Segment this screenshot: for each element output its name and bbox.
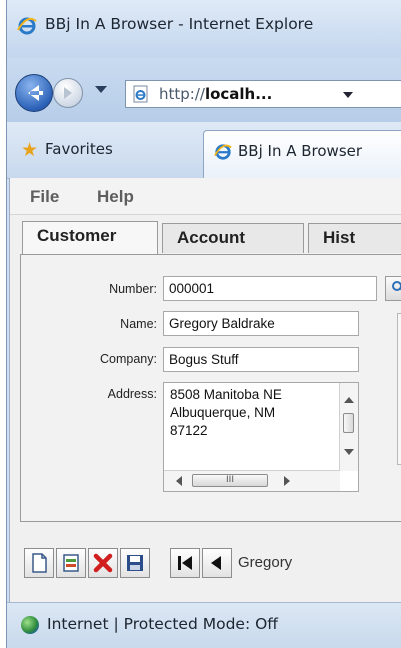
scroll-down-icon[interactable] [344, 449, 354, 455]
address-host: localh... [204, 85, 273, 103]
save-button[interactable] [120, 548, 150, 578]
record-name: Gregory [238, 554, 293, 571]
page-content: File Help Customer Account Hist Number: … [9, 178, 401, 602]
scroll-thumb-horizontal[interactable]: III [192, 474, 268, 487]
favorites-button[interactable]: Favorites [45, 140, 113, 158]
window-title: BBj In A Browser - Internet Explore [45, 15, 314, 33]
record-toolbar: Gregory [10, 546, 401, 580]
new-record-icon [32, 553, 47, 573]
address-label: Address: [107, 387, 157, 401]
search-button[interactable] [385, 276, 401, 301]
revert-button[interactable] [56, 548, 86, 578]
tab-account[interactable]: Account [162, 223, 304, 253]
back-button[interactable] [15, 74, 53, 112]
address-line: Albuquerque, NM [170, 405, 276, 420]
back-arrow-icon [28, 85, 43, 101]
previous-record-button[interactable] [202, 548, 232, 578]
save-icon [127, 555, 143, 571]
scroll-up-icon[interactable] [344, 397, 354, 403]
revert-icon [63, 554, 79, 572]
menu-file[interactable]: File [30, 187, 59, 207]
company-field[interactable]: Bogus Stuff [163, 347, 359, 372]
address-line: 8508 Manitoba NE [170, 387, 282, 402]
first-record-button[interactable] [170, 548, 200, 578]
address-url: http://localh... [159, 85, 272, 103]
customer-panel: Number: 000001 Name: Gregory Baldrake Co… [20, 254, 401, 522]
name-field[interactable]: Gregory Baldrake [163, 311, 359, 336]
tab-customer[interactable]: Customer [22, 221, 158, 254]
security-zone-status[interactable]: Internet | Protected Mode: Off [47, 615, 278, 633]
number-field[interactable]: 000001 [163, 276, 377, 301]
recent-pages-dropdown[interactable] [95, 86, 107, 93]
address-vertical-scrollbar[interactable] [339, 383, 358, 471]
forward-button[interactable] [53, 78, 83, 108]
address-line: 87122 [170, 423, 208, 438]
star-icon: ★ [21, 139, 39, 161]
address-horizontal-scrollbar[interactable]: III [164, 470, 340, 491]
address-dropdown[interactable] [343, 92, 353, 98]
tab-history[interactable]: Hist [308, 223, 401, 253]
form-tabs: Customer Account Hist [10, 214, 401, 254]
ie-logo-icon [214, 144, 232, 160]
side-group-box [397, 313, 401, 465]
name-label: Name: [120, 317, 157, 331]
delete-button[interactable] [88, 548, 118, 578]
status-bar: Internet | Protected Mode: Off [7, 602, 401, 648]
favorites-bar: ★ Favorites BBj In A Browser [7, 122, 401, 179]
scroll-left-icon[interactable] [176, 476, 182, 486]
delete-icon [93, 553, 113, 573]
menu-help[interactable]: Help [97, 187, 134, 207]
ie-logo-icon [17, 17, 37, 35]
title-bar: BBj In A Browser - Internet Explore [7, 0, 401, 58]
new-record-button[interactable] [24, 548, 54, 578]
ie-page-icon [133, 85, 148, 103]
address-textarea[interactable]: 8508 Manitoba NE Albuquerque, NM 87122 I… [163, 382, 359, 492]
navigation-bar: http://localh... [7, 58, 401, 122]
tab-title: BBj In A Browser [238, 142, 363, 160]
scroll-right-icon[interactable] [284, 476, 290, 486]
app-menu-bar: File Help [10, 178, 401, 215]
browser-tab[interactable]: BBj In A Browser [203, 130, 401, 178]
browser-window: BBj In A Browser - Internet Explore http… [6, 0, 401, 648]
previous-record-icon [211, 556, 221, 570]
number-label: Number: [109, 282, 157, 296]
forward-arrow-icon [64, 87, 72, 99]
company-label: Company: [100, 352, 157, 366]
scroll-thumb[interactable] [343, 413, 354, 433]
internet-globe-icon [21, 616, 39, 634]
address-prefix: http:// [159, 85, 205, 103]
address-bar[interactable]: http://localh... [125, 80, 401, 108]
first-record-icon [178, 556, 192, 570]
